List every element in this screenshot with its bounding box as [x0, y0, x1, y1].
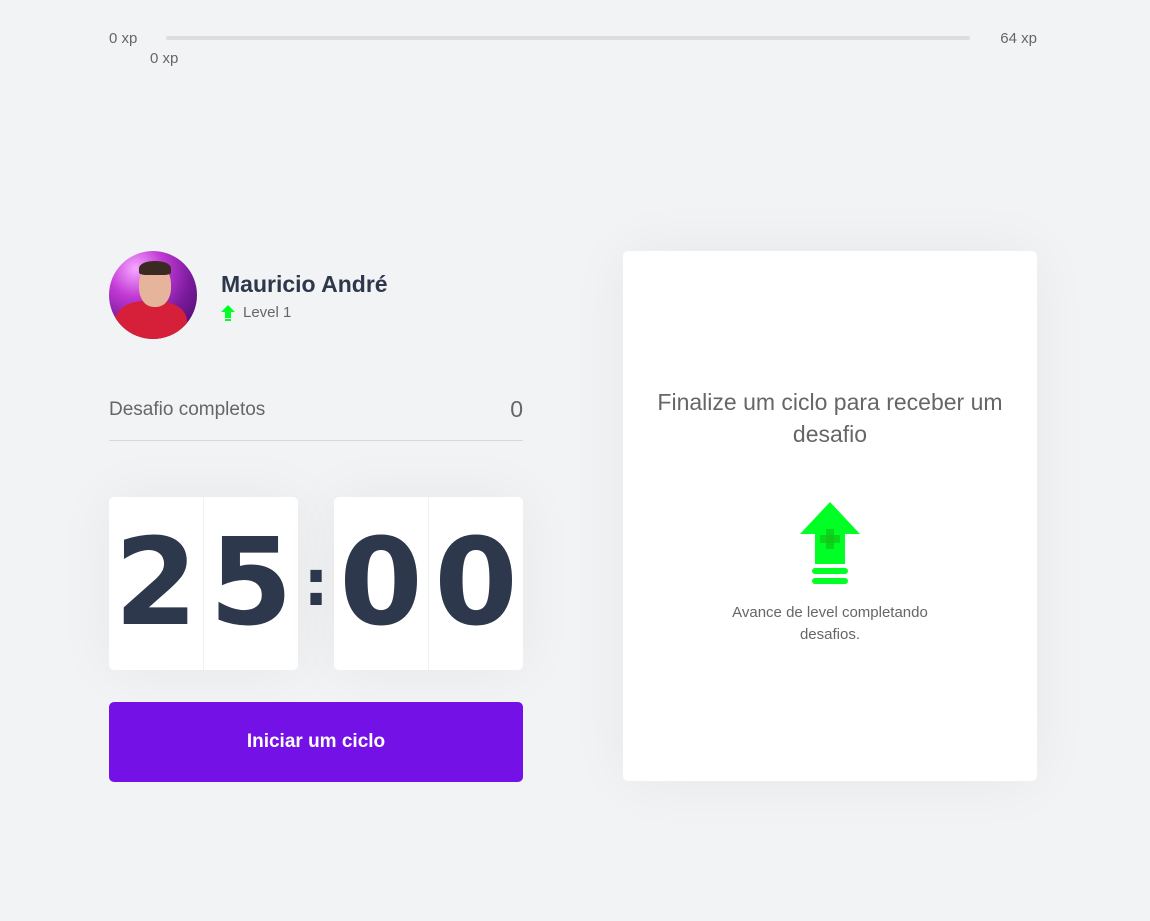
profile-info: Mauricio André Level 1 [221, 269, 388, 321]
xp-max-label: 64 xp [1000, 30, 1037, 47]
start-cycle-button[interactable]: Iniciar um ciclo [109, 702, 523, 782]
left-column: Mauricio André Level 1 Desafio completos… [109, 251, 523, 782]
challenge-card-description: Avance de level completando desafios. [732, 604, 928, 643]
completed-challenges: Desafio completos 0 [109, 381, 523, 441]
level-up-arrow-icon [221, 304, 235, 321]
second-digit-right: 0 [434, 513, 518, 653]
challenge-card-title: Finalize um ciclo para receber um desafi… [657, 389, 1003, 447]
challenge-card: Finalize um ciclo para receber um desafi… [623, 251, 1037, 781]
countdown-separator: : [303, 546, 329, 621]
completed-challenges-count: 0 [510, 396, 523, 422]
level-up-icon [800, 502, 860, 584]
profile: Mauricio André Level 1 [109, 251, 523, 339]
completed-challenges-label: Desafio completos [109, 398, 266, 420]
xp-progress-track [166, 36, 970, 40]
countdown-seconds: 0 0 [334, 497, 523, 670]
experience-bar: 0 xp 0 xp 64 xp [109, 28, 1037, 68]
minute-digit-left: 2 [109, 497, 204, 670]
minute-digit-right: 5 [209, 513, 293, 653]
second-digit-left: 0 [334, 497, 429, 670]
profile-level-label: Level 1 [243, 304, 292, 321]
xp-current-label: 0 xp [150, 50, 179, 67]
profile-name: Mauricio André [221, 271, 388, 297]
countdown-timer: 2 5 : 0 0 [109, 497, 523, 670]
profile-level: Level 1 [221, 304, 388, 321]
avatar [109, 251, 197, 339]
xp-min-label: 0 xp [109, 30, 138, 47]
countdown-minutes: 2 5 [109, 497, 298, 670]
